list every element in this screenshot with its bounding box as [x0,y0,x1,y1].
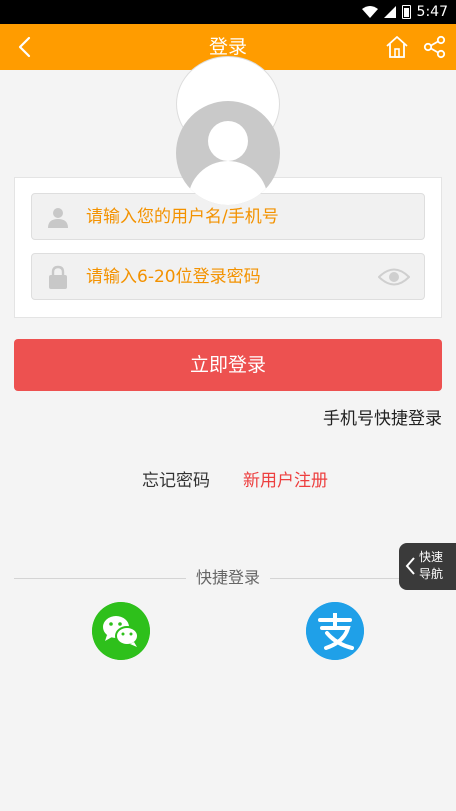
user-icon [48,208,68,228]
forgot-password-link[interactable]: 忘记密码 [142,466,210,491]
share-icon[interactable] [422,34,448,60]
chevron-left-icon [405,557,415,575]
password-input[interactable] [86,254,386,299]
status-bar: 5:47 [0,0,456,24]
signal-icon [383,6,396,18]
eye-icon[interactable] [378,266,410,288]
quick-nav-button[interactable]: 快速 导航 [399,543,456,590]
alipay-icon[interactable] [306,602,364,660]
lock-icon [49,265,67,289]
avatar-body [188,161,268,205]
quick-nav-line2: 导航 [419,567,444,581]
quick-phone-login-link[interactable]: 手机号快捷登录 [323,404,442,429]
status-time: 5:47 [416,4,448,20]
login-button[interactable]: 立即登录 [14,339,442,391]
avatar-head [208,121,248,161]
status-icons: 5:47 [361,0,448,24]
quick-login-label: 快捷登录 [186,556,270,600]
avatar [176,101,280,205]
battery-icon [401,5,411,19]
quick-nav-line1: 快速 [419,550,444,564]
home-icon[interactable] [384,34,410,60]
password-field[interactable] [31,253,425,300]
register-link[interactable]: 新用户注册 [243,466,328,491]
wifi-icon [361,6,378,18]
account-links: 忘记密码 新用户注册 [0,466,456,491]
quick-nav-label: 快速 导航 [419,549,453,583]
wechat-icon[interactable] [92,602,150,660]
